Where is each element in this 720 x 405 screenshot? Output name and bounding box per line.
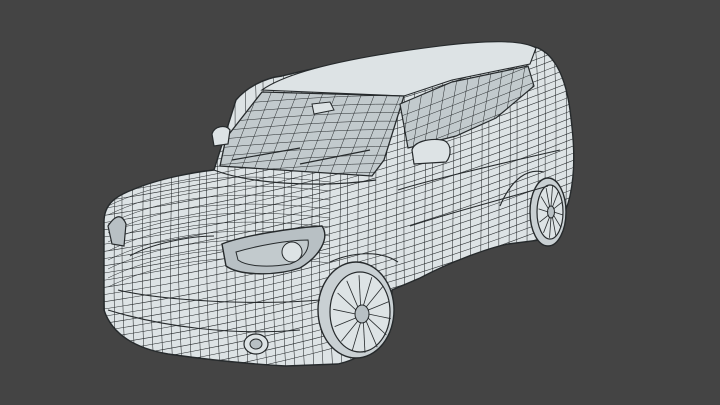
mesh-edge (571, 43, 574, 366)
render-viewport (0, 0, 720, 405)
front-wheel (317, 261, 395, 359)
mesh-edge (92, 30, 100, 400)
car-wireframe-render (92, 30, 575, 400)
fog-light (243, 333, 269, 355)
rear-wheel (529, 177, 567, 247)
